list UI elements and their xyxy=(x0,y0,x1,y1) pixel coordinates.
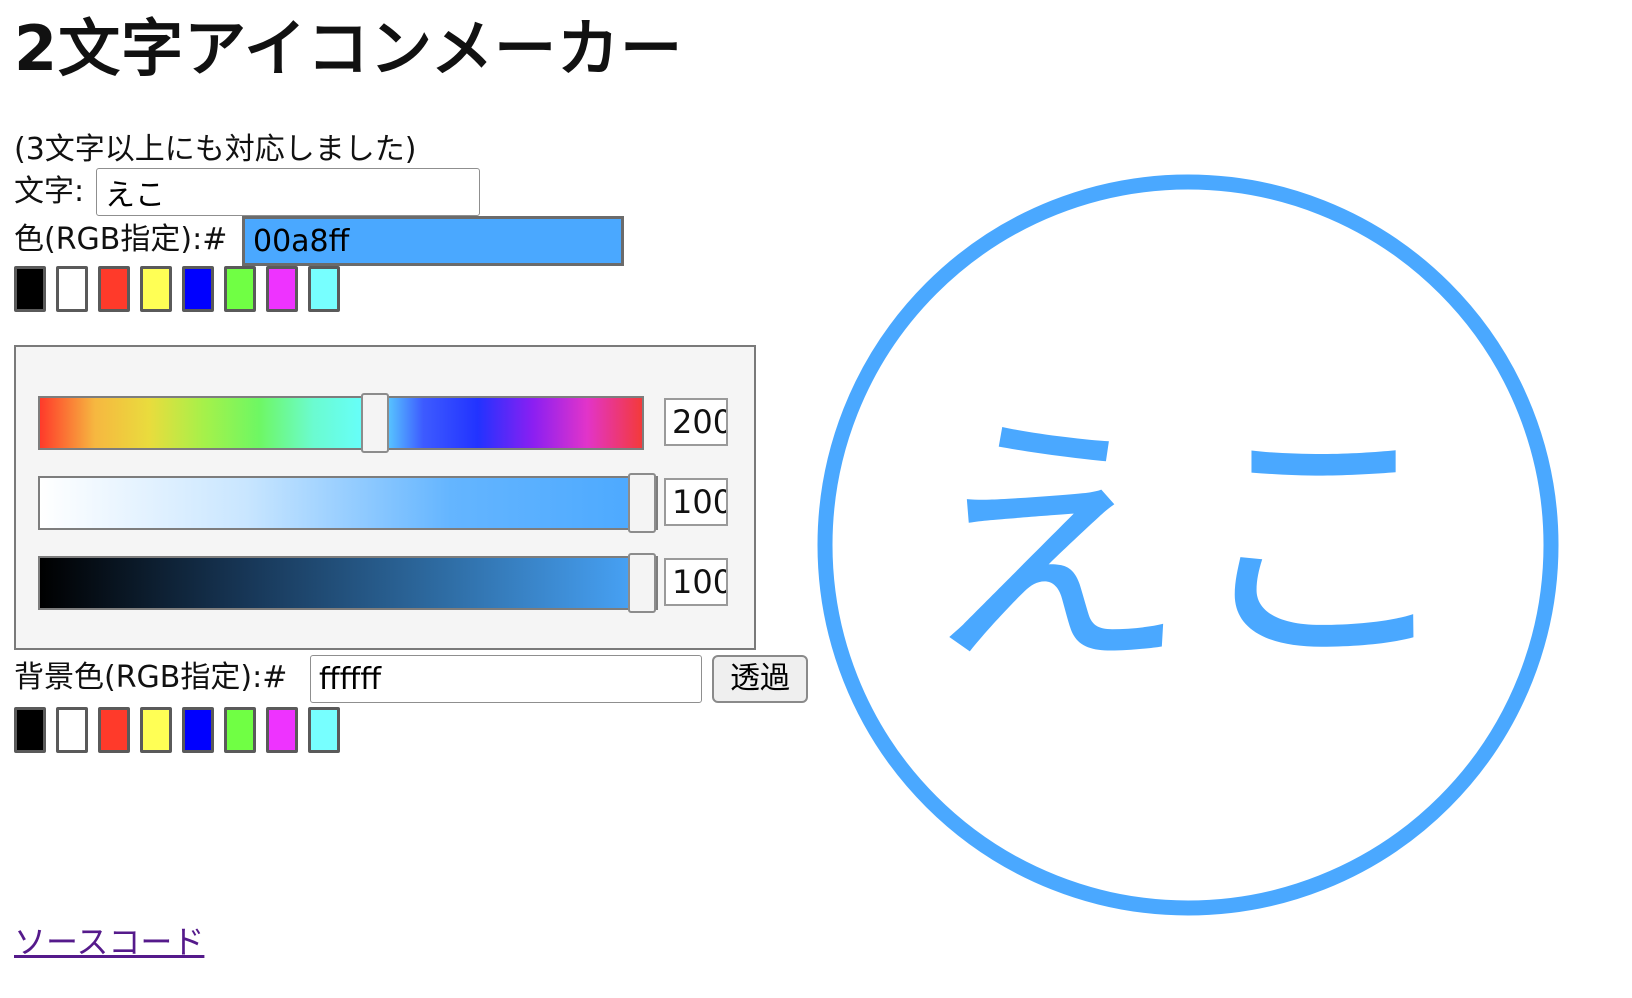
icon-preview: えこ xyxy=(817,174,1559,916)
icon-text: えこ xyxy=(918,389,1458,704)
